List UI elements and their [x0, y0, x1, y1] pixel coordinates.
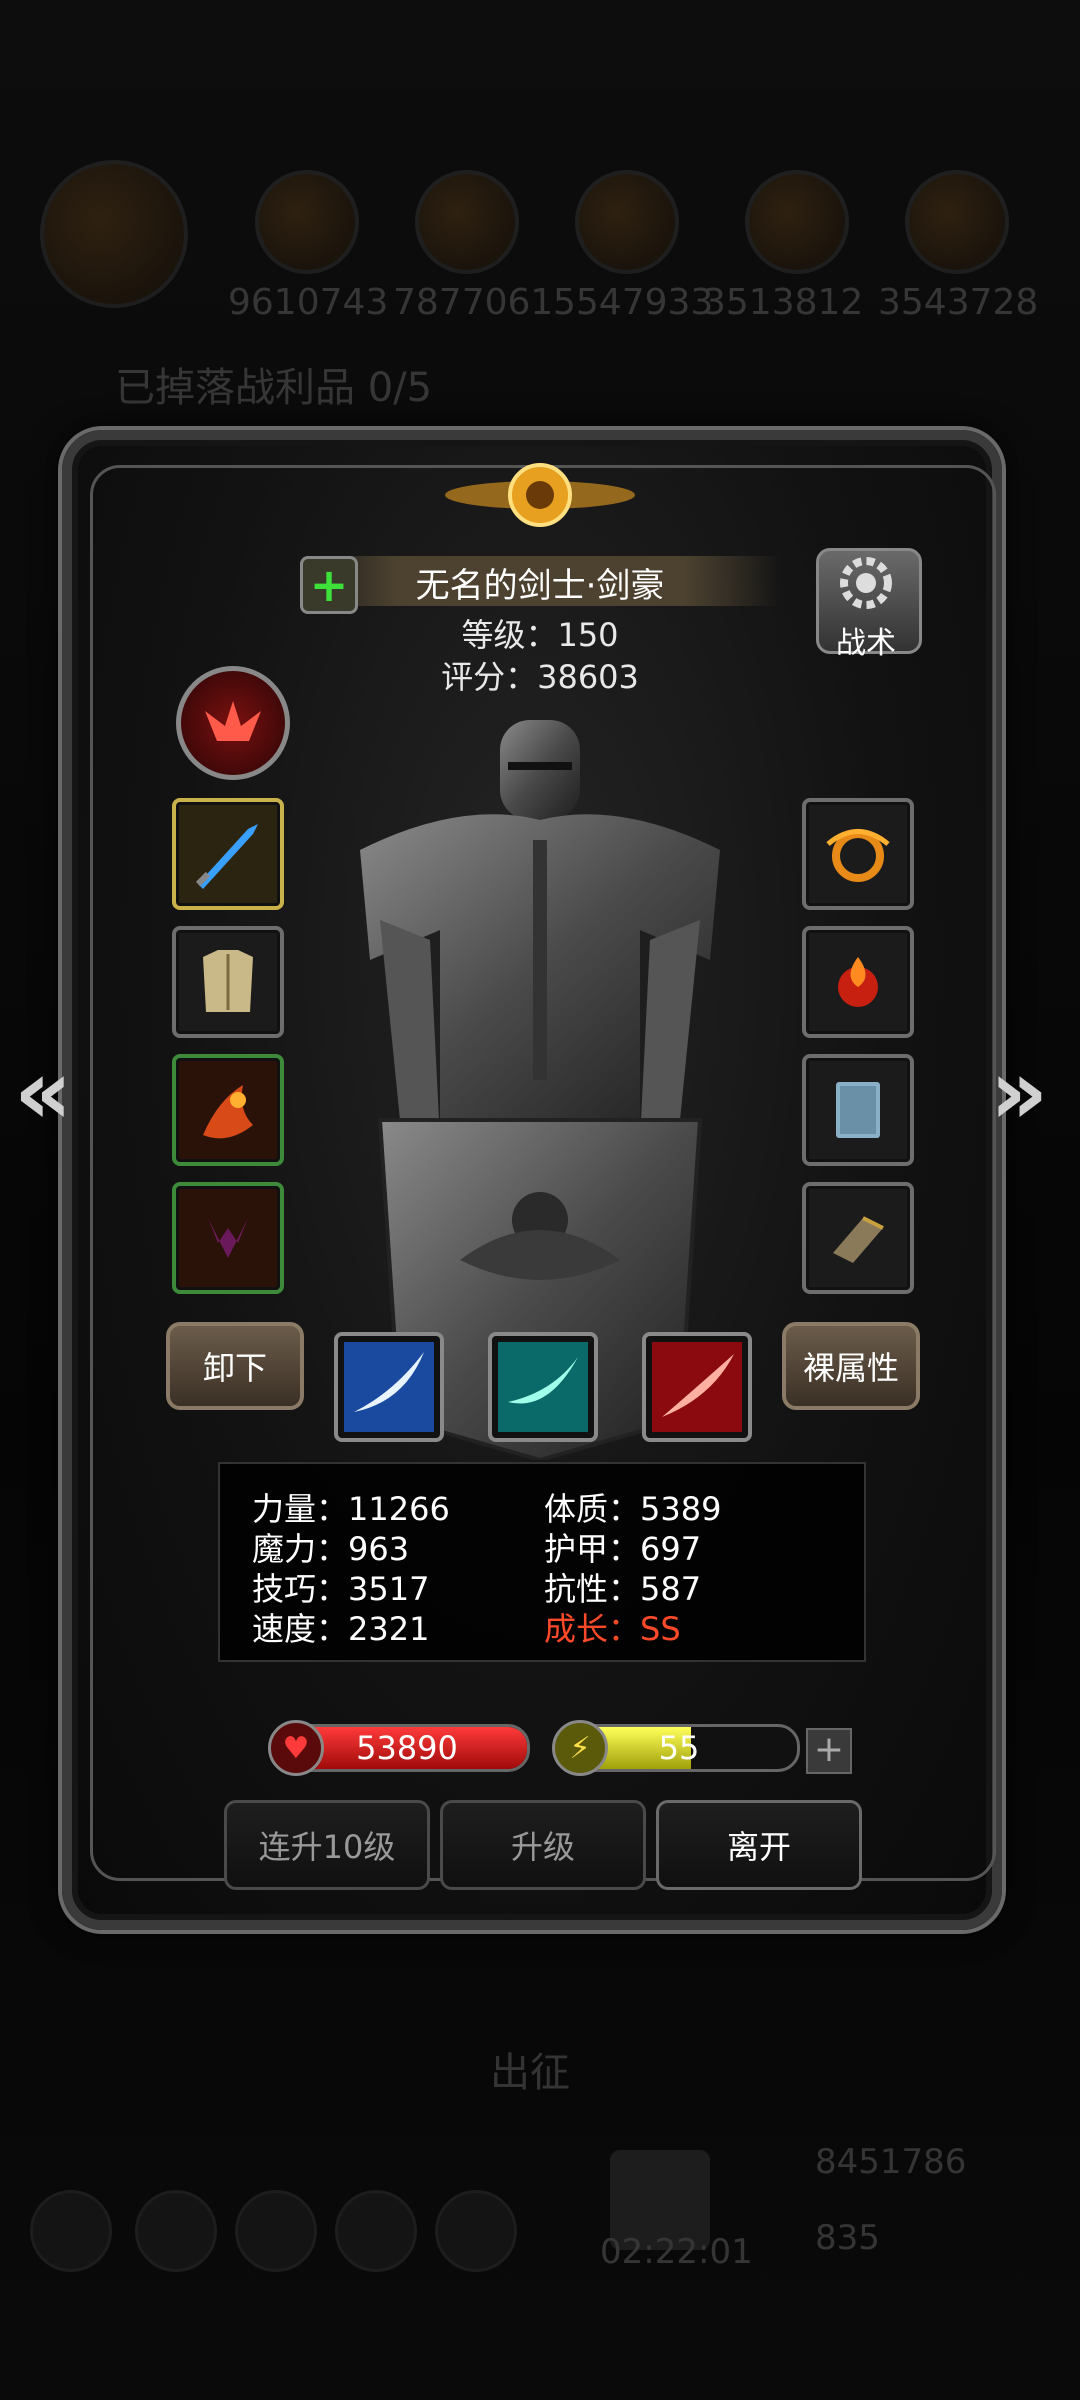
resource-count: 5547933 — [553, 282, 714, 323]
resource-count: 9610743 — [228, 282, 389, 323]
bracer-slot[interactable] — [802, 1182, 914, 1294]
accessory-slot[interactable] — [172, 1054, 284, 1166]
level-up-10-button[interactable]: 连升10级 — [224, 1800, 430, 1890]
slash-cyan-icon — [498, 1342, 588, 1432]
tactics-label: 战术 — [836, 626, 896, 661]
player-avatar — [40, 160, 188, 308]
resource-icon — [575, 170, 679, 274]
sword-icon — [195, 824, 258, 889]
class-icon[interactable] — [176, 666, 290, 780]
slash-blue-icon — [344, 1342, 434, 1432]
armor-slot[interactable] — [172, 926, 284, 1038]
emblem-icon — [445, 463, 635, 527]
next-hero-arrow[interactable]: » — [990, 1040, 1048, 1145]
menu-button — [435, 2190, 517, 2272]
resource-count: 7877061 — [393, 282, 554, 323]
expedition-label: 出征 — [490, 2050, 570, 2096]
resource-icon — [745, 170, 849, 274]
dark-crest-icon — [208, 1218, 248, 1258]
lightning-icon: ⚡ — [552, 1720, 608, 1776]
gem-count: 835 — [815, 2218, 880, 2258]
level-up-button[interactable]: 升级 — [440, 1800, 646, 1890]
resource-icon — [415, 170, 519, 274]
resource-icon — [255, 170, 359, 274]
timer: 02:22:01 — [600, 2232, 753, 2272]
book-icon — [836, 1082, 880, 1138]
orb-slot[interactable] — [802, 926, 914, 1038]
hero-score: 评分：38603 — [441, 658, 639, 696]
loot-progress: 已掉落战利品 0/5 — [115, 365, 433, 411]
skill-slot[interactable] — [488, 1332, 598, 1442]
gear-icon — [840, 557, 892, 609]
gold-count: 8451786 — [815, 2142, 967, 2182]
ring-slot[interactable] — [802, 798, 914, 910]
add-energy-button[interactable]: + — [806, 1728, 852, 1774]
menu-button — [30, 2190, 112, 2272]
prev-hero-arrow[interactable]: « — [14, 1040, 72, 1145]
attributes-panel: 力量：11266 体质：5389 魔力：963 护甲：697 技巧：3517 抗… — [218, 1462, 866, 1662]
bracer-icon — [833, 1216, 884, 1263]
menu-button — [335, 2190, 417, 2272]
skill-slot[interactable] — [642, 1332, 752, 1442]
heart-icon: ♥ — [268, 1720, 324, 1776]
hero-name: 无名的剑士·剑豪 — [415, 566, 665, 606]
attr-speed: 速度：2321 — [252, 1610, 430, 1648]
accessory-slot[interactable] — [172, 1182, 284, 1294]
fire-orb-icon — [838, 957, 878, 1007]
menu-button — [135, 2190, 217, 2272]
slash-red-icon — [652, 1342, 742, 1432]
skill-slot[interactable] — [334, 1332, 444, 1442]
flame-weapon-icon — [203, 1085, 253, 1139]
weapon-slot[interactable] — [172, 798, 284, 910]
leave-button[interactable]: 离开 — [656, 1800, 862, 1890]
resource-count: 3543728 — [878, 282, 1039, 323]
armor-icon — [203, 950, 253, 1012]
fire-ring-icon — [826, 829, 890, 882]
unequip-button[interactable]: 卸下 — [166, 1322, 304, 1410]
naked-attributes-button[interactable]: 裸属性 — [782, 1322, 920, 1410]
book-slot[interactable] — [802, 1054, 914, 1166]
resource-icon — [905, 170, 1009, 274]
attr-growth: 成长：SS — [544, 1610, 681, 1648]
menu-button — [235, 2190, 317, 2272]
resource-count: 3513812 — [703, 282, 864, 323]
